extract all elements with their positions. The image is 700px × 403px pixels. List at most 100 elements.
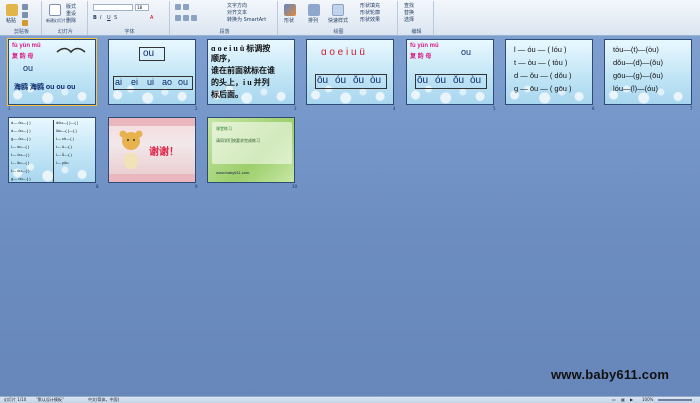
theme-status[interactable]: "默认设计模板" xyxy=(36,397,64,403)
slide-thumbnail-7[interactable]: tòu—(t)—(òu) dǒu—(d)—(ǒu) gōu—(g)—(ōu) l… xyxy=(604,39,692,105)
delete-button[interactable]: 删除 xyxy=(66,18,76,24)
slide-text: 顺序， xyxy=(211,54,235,63)
smartart-button[interactable]: 转换为 SmartArt xyxy=(227,17,266,23)
slide-text: t— óu—( ) xyxy=(11,152,30,157)
slide-number: 10 xyxy=(292,184,298,189)
align-text-button[interactable]: 对齐文本 xyxy=(227,10,247,16)
group-label: 幻灯片 xyxy=(57,29,73,35)
quick-styles-button[interactable]: 快速样式 xyxy=(328,18,348,24)
cut-icon[interactable] xyxy=(22,4,28,10)
bear-illustration-icon xyxy=(119,130,143,169)
slide-thumbnail-4[interactable]: ɑ o e i u ü ōu óu ǒu òu xyxy=(306,39,394,105)
text-direction-button[interactable]: 文字方向 xyxy=(227,3,247,9)
slide-text: l— ch—( ) xyxy=(56,136,74,141)
seagull-icon xyxy=(56,47,86,54)
slide-text: ou xyxy=(143,48,155,59)
numbering-icon[interactable] xyxy=(183,4,189,10)
font-size-select[interactable]: 18 xyxy=(135,4,149,11)
slide-text: 海鸥 海鸥 ou ou ou xyxy=(14,84,76,91)
slide-text: òu xyxy=(370,75,382,86)
slideshow-view-icon[interactable]: ▶ xyxy=(630,397,633,403)
arrange-button[interactable]: 排列 xyxy=(308,18,318,24)
slide-text: 谁在前面就标在谁 xyxy=(211,66,275,75)
format-painter-icon[interactable] xyxy=(22,20,28,26)
shape-fill-button[interactable]: 形状填充 xyxy=(360,3,380,9)
shape-outline-button[interactable]: 形状轮廓 xyxy=(360,10,380,16)
group-label: 段落 xyxy=(219,29,230,35)
select-button[interactable]: 选择 xyxy=(404,17,414,23)
slide-text: tòu—(t)—(òu) xyxy=(613,45,659,54)
slide-thumbnail-8[interactable]: d— ōu—( ) d— ǒu—( ) g— ǒu—( ) l— òu—( ) … xyxy=(8,117,96,183)
ribbon-group-font: 18 B I U S A 字体 xyxy=(90,1,170,35)
copy-icon[interactable] xyxy=(22,12,28,18)
slide-text: ōu xyxy=(317,75,329,86)
layout-button[interactable]: 版式 xyxy=(66,4,76,10)
slide-text: óu xyxy=(435,75,447,86)
slide-text: ǒu xyxy=(453,75,465,86)
slide-text: l— òu—( ) xyxy=(11,144,30,149)
paste-button[interactable]: 粘贴 xyxy=(6,18,16,24)
slide-number: 8 xyxy=(96,184,99,189)
group-label: 字体 xyxy=(124,29,135,35)
slide-text: t— ǒu—( ) xyxy=(11,168,30,173)
slide-text: 复 韵 母 xyxy=(12,54,34,60)
slide-text: ou xyxy=(461,47,472,57)
slide-thumbnail-5[interactable]: fù yùn mǔ 复 韵 母 ou ōu óu ǒu òu xyxy=(406,39,494,105)
normal-view-icon[interactable]: ▭ xyxy=(612,397,616,403)
quick-styles-icon[interactable] xyxy=(332,4,344,16)
slide-text: g — ōu — ( gōu ) xyxy=(514,84,572,93)
reset-button[interactable]: 重设 xyxy=(66,11,76,17)
slide-text: ou xyxy=(178,77,189,87)
slide-text: t — òu — ( tòu ) xyxy=(514,58,568,67)
italic-button[interactable]: I xyxy=(100,15,101,21)
slide-text: 课堂练习 xyxy=(216,126,232,131)
slide-text: ōu xyxy=(417,75,429,86)
slide-thumbnail-6[interactable]: l — óu — ( lóu ) t — òu — ( tòu ) d — ǒu… xyxy=(505,39,593,105)
underline-button[interactable]: U xyxy=(107,15,111,21)
shape-effects-button[interactable]: 形状效果 xyxy=(360,17,380,23)
language-status[interactable]: 中文(简体，中国) xyxy=(88,397,119,403)
slide-text: d — ǒu — ( dǒu ) xyxy=(514,71,572,80)
slide-text: ao xyxy=(162,77,173,87)
slide-text: l— ǔ—( ) xyxy=(56,144,72,149)
slide-sorter-view-icon[interactable]: ▦ xyxy=(621,397,625,403)
slide-number: 1 xyxy=(8,106,11,111)
replace-button[interactable]: 替换 xyxy=(404,10,414,16)
slide-number: 7 xyxy=(690,106,693,111)
zoom-slider[interactable] xyxy=(658,399,692,401)
font-color-button[interactable]: A xyxy=(150,15,153,21)
shapes-icon[interactable] xyxy=(284,4,296,16)
slide-text: ɑ o e i u ü xyxy=(321,47,365,58)
slide-text: d— ōu—( ) xyxy=(11,120,31,125)
ribbon: 粘贴 剪贴板 新建幻灯片 版式 重设 删除 幻灯片 18 B I U S A 字… xyxy=(0,0,700,36)
group-label: 绘图 xyxy=(333,29,344,35)
strike-button[interactable]: S xyxy=(114,15,117,21)
slide-thumbnail-2[interactable]: ou ai ei ui ao ou xyxy=(108,39,196,105)
new-slide-icon[interactable] xyxy=(49,4,61,16)
new-slide-button[interactable]: 新建幻灯片 xyxy=(46,18,66,24)
slide-thumbnail-3[interactable]: ɑ o e i u ü 标调按 顺序， 谁在前面就标在谁 的头上，i u 并列 … xyxy=(207,39,295,105)
ribbon-group-slides: 新建幻灯片 版式 重设 删除 幻灯片 xyxy=(44,1,88,35)
slide-sorter-workspace: fù yùn mǔ 复 韵 母 ou 海鸥 海鸥 ou ou ou 1 ou a… xyxy=(0,36,700,396)
slide-text: d— ǒu—( ) xyxy=(11,128,31,133)
slide-number: 6 xyxy=(592,106,595,111)
slide-text: l— ōu—( ) xyxy=(11,160,30,165)
bullets-icon[interactable] xyxy=(175,4,181,10)
slide-text: òu xyxy=(470,75,482,86)
font-name-select[interactable] xyxy=(93,4,133,11)
slide-thumbnail-1[interactable]: fù yùn mǔ 复 韵 母 ou 海鸥 海鸥 ou ou ou xyxy=(7,38,97,106)
zoom-level[interactable]: 100% xyxy=(642,397,653,403)
slide-thumbnail-10[interactable]: 课堂练习 请同学们按要求完成练习 www.baby611.com xyxy=(207,117,295,183)
slide-number: 4 xyxy=(393,106,396,111)
paste-icon[interactable] xyxy=(6,4,18,16)
find-button[interactable]: 查找 xyxy=(404,3,414,9)
align-left-icon[interactable] xyxy=(175,15,181,21)
slide-thumbnail-9[interactable]: 谢谢！ xyxy=(108,117,196,183)
align-right-icon[interactable] xyxy=(191,15,197,21)
align-center-icon[interactable] xyxy=(183,15,189,21)
bold-button[interactable]: B xyxy=(93,15,97,21)
slide-text: lóu—(l)—(óu) xyxy=(613,84,659,93)
arrange-icon[interactable] xyxy=(308,4,320,16)
slide-text: fù yùn mǔ xyxy=(12,43,41,49)
shapes-button[interactable]: 形状 xyxy=(284,18,294,24)
